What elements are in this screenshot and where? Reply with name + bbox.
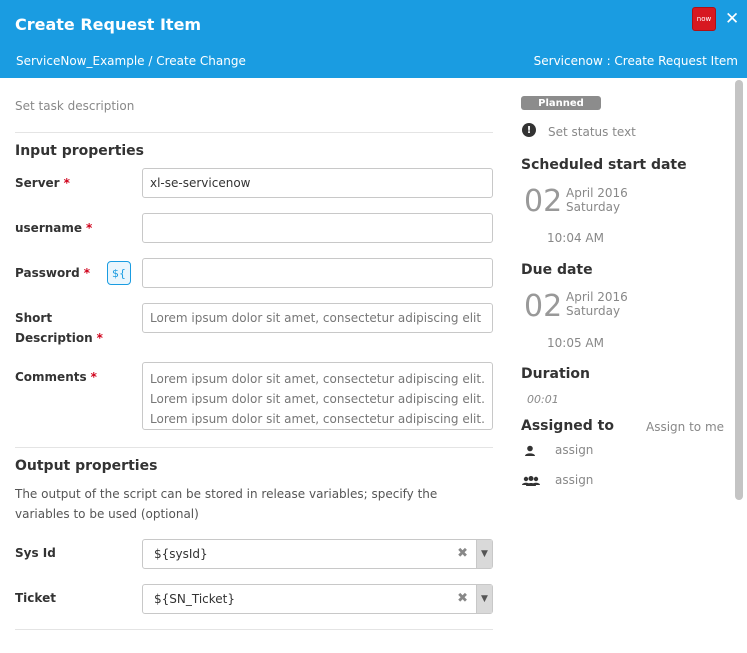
scheduled-start-title: Scheduled start date <box>521 157 687 173</box>
server-label: Server * <box>15 176 70 190</box>
task-description-field[interactable]: Set task description <box>15 99 134 113</box>
assignee-field[interactable]: assign <box>555 443 593 457</box>
comments-textarea[interactable]: Lorem ipsum dolor sit amet, consectetur … <box>142 362 493 430</box>
clear-icon[interactable]: ✖ <box>457 546 468 561</box>
dialog-title: Create Request Item <box>15 15 202 34</box>
scrollbar[interactable] <box>735 80 743 500</box>
sys-id-value: ${sysId} <box>154 547 208 561</box>
due-date-month: April 2016 <box>566 290 628 304</box>
clear-icon[interactable]: ✖ <box>457 591 468 606</box>
server-input[interactable] <box>142 168 493 198</box>
close-icon[interactable]: ✕ <box>725 9 739 29</box>
ticket-select[interactable]: ${SN_Ticket} ✖ ▼ <box>142 584 493 614</box>
divider <box>15 629 493 630</box>
duration-value[interactable]: 00:01 <box>527 393 559 406</box>
variable-toggle-button[interactable]: ${ <box>107 261 131 285</box>
input-properties-title: Input properties <box>15 143 145 159</box>
password-input[interactable] <box>142 258 493 288</box>
status-text-field[interactable]: Set status text <box>548 125 636 139</box>
username-input[interactable] <box>142 213 493 243</box>
sys-id-select[interactable]: ${sysId} ✖ ▼ <box>142 539 493 569</box>
due-date-time[interactable]: 10:05 AM <box>547 336 604 350</box>
status-badge[interactable]: Planned <box>521 96 601 110</box>
assign-to-me-link[interactable]: Assign to me <box>646 420 724 434</box>
team-field[interactable]: assign <box>555 473 593 487</box>
password-label: Password * <box>15 266 90 280</box>
username-label: username * <box>15 221 93 235</box>
exclamation-icon: ! <box>522 123 536 137</box>
breadcrumb[interactable]: ServiceNow_Example / Create Change <box>16 54 246 68</box>
due-date-title: Due date <box>521 262 593 278</box>
chevron-down-icon[interactable]: ▼ <box>476 585 492 613</box>
scheduled-start-month: April 2016 <box>566 186 628 200</box>
output-properties-title: Output properties <box>15 458 158 474</box>
scheduled-start-time[interactable]: 10:04 AM <box>547 231 604 245</box>
due-date-day[interactable]: 02 <box>524 290 562 324</box>
short-description-label: Short Description * <box>15 311 103 345</box>
task-type-label: Servicenow : Create Request Item <box>533 54 738 68</box>
duration-title: Duration <box>521 366 591 382</box>
sys-id-label: Sys Id <box>15 546 56 560</box>
ticket-value: ${SN_Ticket} <box>154 592 235 606</box>
dialog-header: Create Request Item ServiceNow_Example /… <box>0 0 747 78</box>
ticket-label: Ticket <box>15 591 56 605</box>
divider <box>15 132 493 133</box>
short-description-input[interactable] <box>142 303 493 333</box>
servicenow-logo: now <box>692 7 716 31</box>
assigned-to-title: Assigned to <box>521 418 614 434</box>
divider <box>15 447 493 448</box>
user-icon <box>525 445 535 456</box>
chevron-down-icon[interactable]: ▼ <box>476 540 492 568</box>
scheduled-start-weekday: Saturday <box>566 200 621 214</box>
comments-label: Comments * <box>15 370 97 384</box>
scheduled-start-day[interactable]: 02 <box>524 185 562 219</box>
team-icon <box>522 476 540 486</box>
output-properties-description: The output of the script can be stored i… <box>15 487 438 521</box>
due-date-weekday: Saturday <box>566 304 621 318</box>
